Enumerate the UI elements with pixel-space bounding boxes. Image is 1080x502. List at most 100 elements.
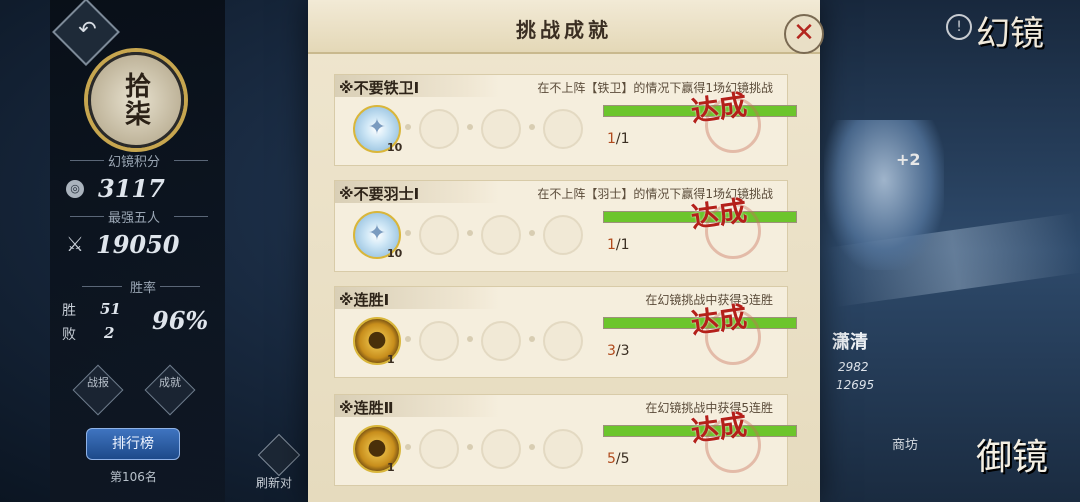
empty-reward-slot (419, 321, 459, 361)
reward-qty: 1 (387, 353, 395, 366)
progress-current: 3 (607, 343, 616, 359)
opponent-stat: 12695 (836, 378, 875, 392)
card-name-bar: ※不要铁卫Ⅰ (335, 75, 499, 97)
rank-text: 第106名 (110, 470, 157, 484)
reward-qty: 1 (387, 461, 395, 474)
progress-current: 1 (607, 131, 616, 147)
achievement-card: ※连胜Ⅱ 在幻镜挑战中获得5连胜 ● 1 5/5 达成 (334, 394, 797, 486)
score-icon: ◎ (66, 180, 84, 198)
score-value: 3117 (98, 174, 165, 203)
achievement-name: ※不要铁卫Ⅰ (339, 79, 420, 97)
progress-total: /3 (615, 343, 630, 359)
empty-reward-slot (419, 109, 459, 149)
slot-separator-dot (405, 444, 411, 450)
achievement-card: ※连胜Ⅰ 在幻镜挑战中获得3连胜 ● 1 3/3 达成 (334, 286, 797, 378)
slot-separator-dot (529, 124, 535, 130)
rank-seal-text: 拾柒 (120, 72, 151, 128)
wins-value: 51 (100, 300, 121, 318)
divider (160, 286, 200, 287)
close-icon[interactable]: ✕ (784, 14, 824, 54)
empty-reward-slot (543, 215, 583, 255)
reward-qty: 10 (387, 141, 403, 154)
opponent-name: 潇清 (832, 332, 868, 353)
modal-title: 挑战成就 (516, 18, 612, 42)
slot-separator-dot (405, 124, 411, 130)
yujing-button[interactable]: 御镜 (976, 428, 1048, 480)
modal-header: 挑战成就 (308, 0, 820, 54)
card-name-bar: ※连胜Ⅰ (335, 287, 499, 309)
battle-record-label: 战报 (87, 376, 109, 389)
slot-separator-dot (405, 336, 411, 342)
shop-button[interactable]: 商坊 (892, 434, 918, 453)
progress-text: 1/1 (607, 131, 630, 147)
progress-total: /1 (615, 237, 630, 253)
refresh-label: 刷新对 (256, 476, 293, 490)
empty-reward-slot (481, 215, 521, 255)
achievement-card: ※不要铁卫Ⅰ 在不上阵【铁卫】的情况下赢得1场幻镜挑战 ✦ 10 1/1 达成 (334, 74, 797, 166)
slot-separator-dot (467, 336, 473, 342)
winrate-value: 96% (152, 306, 209, 335)
slot-separator-dot (529, 444, 535, 450)
gold-coin-glyph: ● (367, 435, 387, 460)
progress-current: 1 (607, 237, 616, 253)
huanjing-title: 幻镜 (976, 14, 1044, 54)
achievement-name: ※连胜Ⅰ (339, 291, 390, 309)
achievement-label: 成就 (159, 376, 181, 389)
refresh-button[interactable]: 刷新对 (256, 433, 302, 490)
completed-stamp: 达成 (689, 88, 761, 157)
power-value: 19050 (96, 230, 180, 259)
divider (82, 286, 122, 287)
progress-text: 5/5 (607, 451, 630, 467)
completed-stamp: 达成 (689, 300, 761, 369)
plus-badge: +2 (896, 150, 921, 169)
empty-reward-slot (543, 109, 583, 149)
slot-separator-dot (405, 230, 411, 236)
score-label: 幻镜积分 (108, 155, 161, 170)
winrate-label: 胜率 (130, 281, 157, 296)
completed-stamp: 达成 (689, 408, 761, 477)
completed-stamp: 达成 (689, 194, 761, 263)
slot-separator-dot (467, 444, 473, 450)
card-name-bar: ※连胜Ⅱ (335, 395, 499, 417)
empty-reward-slot (543, 321, 583, 361)
progress-text: 1/1 (607, 237, 630, 253)
losses-value: 2 (104, 324, 115, 342)
progress-total: /5 (615, 451, 630, 467)
slot-separator-dot (467, 230, 473, 236)
empty-reward-slot (481, 429, 521, 469)
swords-icon: ⚔ (66, 232, 84, 256)
progress-current: 5 (607, 451, 616, 467)
gold-coin-glyph: ● (367, 327, 387, 352)
achievement-name: ※不要羽士Ⅰ (339, 185, 420, 203)
empty-reward-slot (419, 429, 459, 469)
info-icon[interactable]: ! (946, 14, 972, 40)
empty-reward-slot (481, 321, 521, 361)
divider (174, 216, 208, 217)
slot-separator-dot (467, 124, 473, 130)
losses-label: 败 (62, 327, 76, 343)
refresh-icon (257, 433, 301, 477)
empty-reward-slot (543, 429, 583, 469)
achievement-card: ※不要羽士Ⅰ 在不上阵【羽士】的情况下赢得1场幻镜挑战 ✦ 10 1/1 达成 (334, 180, 797, 272)
card-name-bar: ※不要羽士Ⅰ (335, 181, 499, 203)
divider (70, 216, 104, 217)
back-arrow-icon: ↶ (78, 17, 97, 43)
opponent-character (824, 120, 944, 270)
rank-seal: 拾柒 (88, 52, 184, 148)
soul-shard-glyph: ✦ (367, 115, 387, 140)
soul-shard-glyph: ✦ (367, 221, 387, 246)
slot-separator-dot (529, 230, 535, 236)
divider (70, 160, 104, 161)
slot-separator-dot (529, 336, 535, 342)
achievement-name: ※连胜Ⅱ (339, 399, 394, 417)
empty-reward-slot (419, 215, 459, 255)
divider (174, 160, 208, 161)
empty-reward-slot (481, 109, 521, 149)
progress-total: /1 (615, 131, 630, 147)
wins-label: 胜 (62, 303, 76, 319)
power-label: 最强五人 (108, 211, 161, 226)
leaderboard-button[interactable]: 排行榜 (86, 428, 180, 460)
progress-text: 3/3 (607, 343, 630, 359)
opponent-stat: 2982 (838, 360, 869, 374)
reward-qty: 10 (387, 247, 403, 260)
